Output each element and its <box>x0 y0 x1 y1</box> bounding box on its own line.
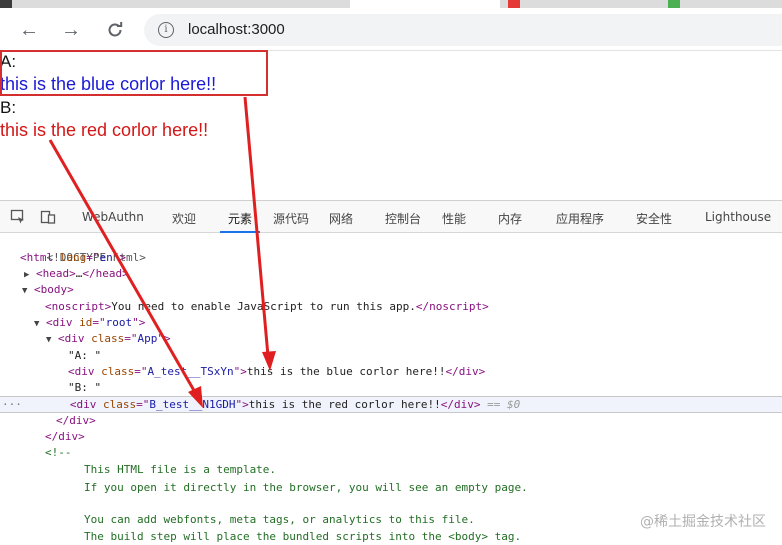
tab-webauthn[interactable]: WebAuthn <box>82 210 144 224</box>
comment-text: You can add webfonts, meta tags, or anal… <box>84 513 475 526</box>
arrow-right-icon: → <box>61 19 81 41</box>
comment-open: <!-- <box>45 446 72 459</box>
url-text[interactable]: localhost:3000 <box>188 21 285 38</box>
tab-console[interactable]: 控制台 <box>385 210 421 227</box>
tab-sources[interactable]: 源代码 <box>273 210 309 227</box>
html-lang: en <box>99 251 113 264</box>
comment-text: This HTML file is a template. <box>84 463 277 476</box>
div-b-class: B_test__N1GDH <box>149 398 236 411</box>
comment-line[interactable]: <!-- <box>0 445 782 461</box>
address-bar[interactable]: i localhost:3000 <box>144 14 782 46</box>
dom-node[interactable]: </div> <box>0 429 782 445</box>
arrow-left-icon: ← <box>19 19 39 41</box>
dom-node[interactable]: <html lang="en"> <box>0 250 782 266</box>
browser-tab-favicon[interactable] <box>508 0 520 8</box>
text-red: this is the red corlor here!! <box>0 120 209 140</box>
dom-node[interactable]: <div class="A_test__TSxYn">this is the b… <box>0 364 782 380</box>
text-node-b: "B: " <box>68 381 102 394</box>
back-button[interactable]: ← <box>16 17 42 43</box>
comment-line: This HTML file is a template. <box>0 462 782 478</box>
browser-tab[interactable] <box>0 0 12 8</box>
comment-line: If you open it directly in the browser, … <box>0 480 782 496</box>
label-b: B: <box>0 98 17 117</box>
dom-node[interactable]: ▶ <head>…</head> <box>0 266 782 282</box>
browser-tab-favicon[interactable] <box>668 0 680 8</box>
div-a-class: A_test__TSxYn <box>147 365 234 378</box>
tab-lighthouse[interactable]: Lighthouse <box>705 210 771 224</box>
device-toolbar-icon[interactable] <box>40 209 56 225</box>
browser-tab[interactable] <box>350 0 500 8</box>
dom-node-selected[interactable]: ··· <div class="B_test__N1GDH">this is th… <box>0 396 782 413</box>
comment-line <box>0 496 782 512</box>
devtools-tabbar: WebAuthn 欢迎 元素 源代码 网络 控制台 性能 内存 应用程序 安全性… <box>0 200 782 233</box>
tab-application[interactable]: 应用程序 <box>556 210 604 227</box>
text-node-a: "A: " <box>68 349 102 362</box>
dom-node[interactable]: ▼ <body> <box>0 282 782 298</box>
ellipsis-icon[interactable]: ··· <box>2 398 22 411</box>
dom-node[interactable]: ▼ <div id="root"> <box>0 315 782 331</box>
tab-security[interactable]: 安全性 <box>636 210 672 227</box>
inspect-icon[interactable] <box>10 209 26 225</box>
div-b-text: this is the red corlor here!! <box>248 398 441 411</box>
dom-node[interactable]: "B: " <box>0 380 782 396</box>
dom-node[interactable]: ▼ <div class="App"> <box>0 331 782 347</box>
tab-performance[interactable]: 性能 <box>442 210 466 227</box>
tab-network[interactable]: 网络 <box>329 210 353 227</box>
highlight-box <box>0 50 268 96</box>
dom-node[interactable]: <!DOCTYPE html> <box>0 234 782 264</box>
app-class: App <box>137 332 158 345</box>
selected-marker: == $0 <box>487 398 521 411</box>
dom-tree: <!DOCTYPE html> <html lang="en"> ▶ <head… <box>0 233 782 543</box>
tab-welcome[interactable]: 欢迎 <box>172 210 196 227</box>
tab-memory[interactable]: 内存 <box>498 210 522 227</box>
dom-node[interactable]: </div> <box>0 413 782 429</box>
watermark: @稀土掘金技术社区 <box>640 514 766 530</box>
reload-button[interactable] <box>102 17 128 43</box>
browser-toolbar: ← → i localhost:3000 <box>0 8 782 51</box>
comment-text: The build step will place the bundled sc… <box>84 530 522 543</box>
tab-elements[interactable]: 元素 <box>228 210 252 227</box>
dom-node[interactable]: <noscript>You need to enable JavaScript … <box>0 299 782 315</box>
root-id: root <box>105 316 133 329</box>
dom-node[interactable]: "A: " <box>0 348 782 364</box>
info-icon[interactable]: i <box>158 22 174 38</box>
forward-button[interactable]: → <box>58 17 84 43</box>
reload-icon <box>108 22 123 37</box>
div-a-text: this is the blue corlor here!! <box>246 365 446 378</box>
comment-text: If you open it directly in the browser, … <box>84 481 528 494</box>
tab-strip <box>0 0 782 8</box>
noscript-text: You need to enable JavaScript to run thi… <box>111 300 416 313</box>
